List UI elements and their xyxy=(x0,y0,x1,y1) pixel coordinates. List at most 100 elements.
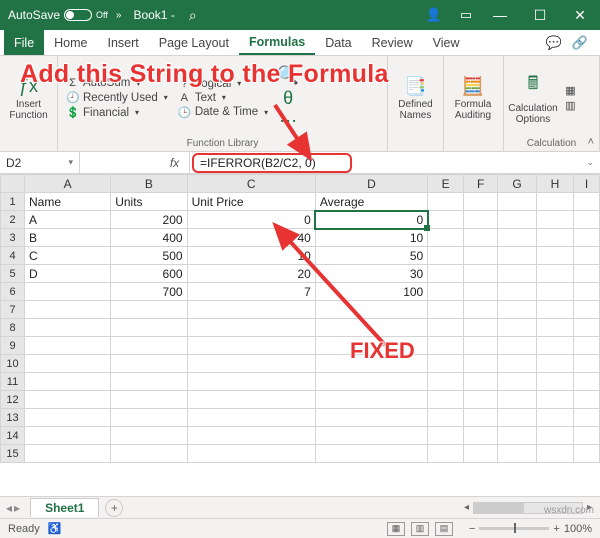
cell[interactable] xyxy=(536,445,573,463)
cell[interactable] xyxy=(187,409,315,427)
cell[interactable] xyxy=(574,247,600,265)
cell[interactable] xyxy=(111,319,187,337)
cell[interactable] xyxy=(498,391,537,409)
sheet-nav-next-icon[interactable]: ▸ xyxy=(14,501,20,515)
cell[interactable] xyxy=(187,391,315,409)
zoom-control[interactable]: − + 100% xyxy=(469,523,592,535)
zoom-in-icon[interactable]: + xyxy=(553,523,559,535)
cell[interactable]: Units xyxy=(111,193,187,211)
cell[interactable]: 20 xyxy=(187,265,315,283)
share-icon[interactable]: 🔗 xyxy=(570,35,590,51)
cell[interactable] xyxy=(463,409,497,427)
cell[interactable] xyxy=(536,409,573,427)
zoom-out-icon[interactable]: − xyxy=(469,523,475,535)
view-page-break-icon[interactable]: ▤ xyxy=(435,522,453,536)
cell[interactable] xyxy=(536,355,573,373)
cell[interactable]: 400 xyxy=(111,229,187,247)
cell[interactable]: 600 xyxy=(111,265,187,283)
cell[interactable] xyxy=(498,193,537,211)
cell[interactable] xyxy=(315,319,427,337)
col-header[interactable]: D xyxy=(315,175,427,193)
logical-button[interactable]: ?Logical▾ xyxy=(176,77,270,91)
cell[interactable] xyxy=(428,265,464,283)
cell[interactable] xyxy=(498,355,537,373)
cell[interactable] xyxy=(25,373,111,391)
cell[interactable] xyxy=(536,193,573,211)
cell[interactable] xyxy=(187,337,315,355)
cell[interactable] xyxy=(463,391,497,409)
cell[interactable]: 40 xyxy=(187,229,315,247)
cell[interactable] xyxy=(111,337,187,355)
row-header[interactable]: 4 xyxy=(1,247,25,265)
cell[interactable] xyxy=(536,391,573,409)
cell[interactable] xyxy=(315,445,427,463)
cell[interactable] xyxy=(463,319,497,337)
scrollbar-track[interactable] xyxy=(473,502,583,514)
col-header[interactable]: A xyxy=(25,175,111,193)
maximize-button[interactable]: ☐ xyxy=(520,7,560,24)
cell[interactable] xyxy=(111,445,187,463)
autosave-toggle[interactable]: AutoSave Off xyxy=(8,8,108,22)
cell[interactable]: 7 xyxy=(187,283,315,301)
comments-icon[interactable]: 💬 xyxy=(544,35,564,51)
row-header[interactable]: 3 xyxy=(1,229,25,247)
row-header[interactable]: 6 xyxy=(1,283,25,301)
select-all-corner[interactable] xyxy=(1,175,25,193)
cell[interactable] xyxy=(498,337,537,355)
cell[interactable] xyxy=(498,211,537,229)
cell[interactable] xyxy=(428,445,464,463)
sheet-nav-prev-icon[interactable]: ◂ xyxy=(6,501,12,515)
cell[interactable] xyxy=(463,355,497,373)
minimize-button[interactable]: ― xyxy=(480,7,520,24)
row-header[interactable]: 7 xyxy=(1,301,25,319)
search-icon[interactable]: ⌕ xyxy=(189,7,197,24)
cell[interactable] xyxy=(574,391,600,409)
cell[interactable] xyxy=(498,409,537,427)
row-header[interactable]: 1 xyxy=(1,193,25,211)
cell[interactable] xyxy=(25,319,111,337)
row-header[interactable]: 9 xyxy=(1,337,25,355)
cell[interactable] xyxy=(574,427,600,445)
cell[interactable] xyxy=(463,427,497,445)
cell[interactable] xyxy=(315,373,427,391)
row-header[interactable]: 10 xyxy=(1,355,25,373)
view-page-layout-icon[interactable]: ▥ xyxy=(411,522,429,536)
cell[interactable] xyxy=(574,355,600,373)
cell[interactable]: Unit Price xyxy=(187,193,315,211)
cell[interactable] xyxy=(574,265,600,283)
cell[interactable] xyxy=(574,229,600,247)
cell[interactable]: 100 xyxy=(315,283,427,301)
calculation-options-button[interactable]: 🖩Calculation Options xyxy=(510,60,556,136)
cell[interactable] xyxy=(428,247,464,265)
tab-formulas[interactable]: Formulas xyxy=(239,30,315,55)
view-normal-icon[interactable]: ▦ xyxy=(387,522,405,536)
row-header[interactable]: 12 xyxy=(1,391,25,409)
cell[interactable] xyxy=(498,265,537,283)
cell[interactable] xyxy=(574,445,600,463)
cell[interactable] xyxy=(428,337,464,355)
horizontal-scrollbar[interactable]: ◂ ▸ xyxy=(462,502,600,514)
cell[interactable] xyxy=(315,355,427,373)
cell[interactable] xyxy=(463,247,497,265)
row-header[interactable]: 11 xyxy=(1,373,25,391)
toggle-icon[interactable] xyxy=(64,9,92,21)
cell[interactable] xyxy=(463,193,497,211)
row-header[interactable]: 5 xyxy=(1,265,25,283)
cell[interactable] xyxy=(574,301,600,319)
formula-input[interactable]: =IFERROR(B2/C2, 0) xyxy=(192,153,352,173)
cell[interactable] xyxy=(536,283,573,301)
fx-label[interactable]: fx xyxy=(160,152,190,173)
cell[interactable] xyxy=(111,355,187,373)
cell[interactable]: 200 xyxy=(111,211,187,229)
cell[interactable] xyxy=(187,319,315,337)
cell[interactable] xyxy=(498,445,537,463)
cell[interactable] xyxy=(463,265,497,283)
cell[interactable] xyxy=(498,247,537,265)
cell[interactable] xyxy=(463,337,497,355)
row-header[interactable]: 2 xyxy=(1,211,25,229)
cell[interactable] xyxy=(574,409,600,427)
cell[interactable] xyxy=(25,337,111,355)
formula-auditing-button[interactable]: 🧮Formula Auditing xyxy=(450,60,496,136)
cell[interactable] xyxy=(315,301,427,319)
cell[interactable] xyxy=(463,283,497,301)
